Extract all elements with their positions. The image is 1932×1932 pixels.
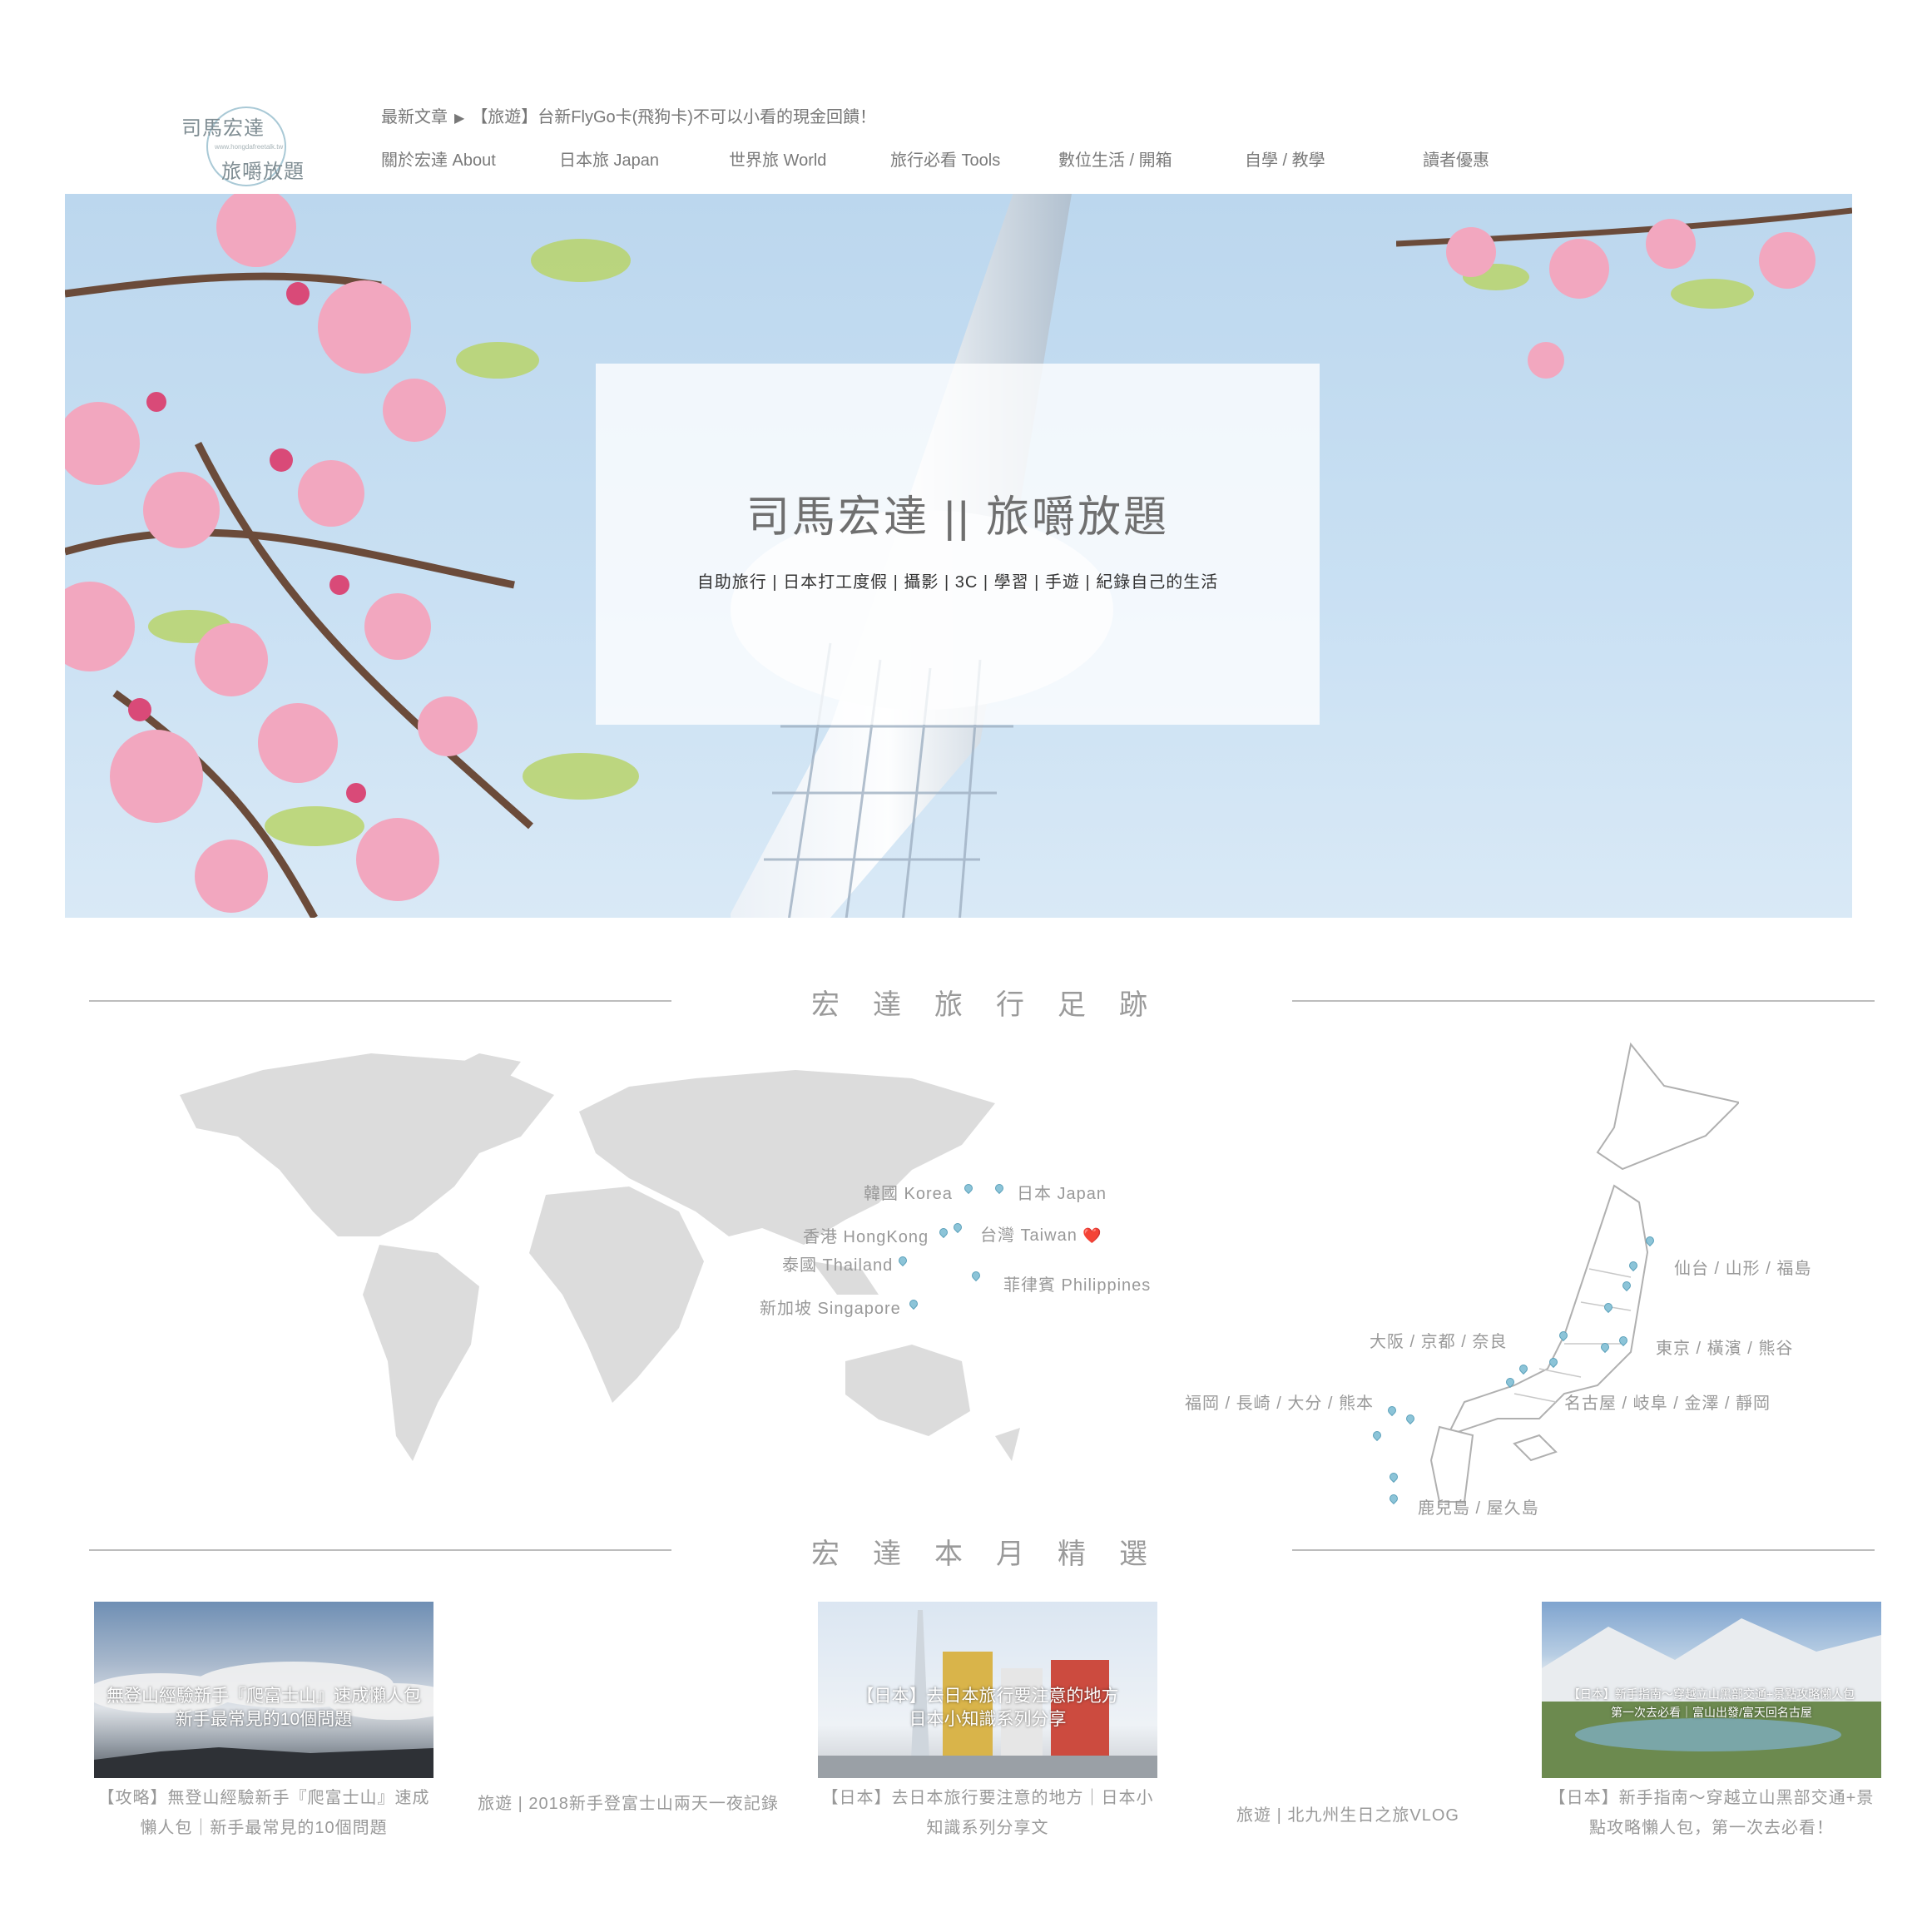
map-label-kansai: 大阪 / 京都 / 奈良 bbox=[1370, 1333, 1508, 1351]
nav-item-reader-offers[interactable]: 讀者優惠 bbox=[1423, 146, 1489, 171]
hero-subtitle: 自助旅行 | 日本打工度假 | 攝影 | 3C | 學習 | 手遊 | 紀錄自己… bbox=[696, 573, 1219, 592]
featured-post-title[interactable]: 旅遊 | 北九州生日之旅VLOG bbox=[1215, 1801, 1481, 1830]
divider-line bbox=[1292, 1549, 1875, 1551]
section-heading: 宏達本月精選 bbox=[811, 1538, 1181, 1570]
section-heading: 宏達旅行足跡 bbox=[811, 989, 1181, 1021]
nav-item-learning[interactable]: 自學 / 教學 bbox=[1245, 146, 1325, 171]
map-label-kanto: 東京 / 橫濱 / 熊谷 bbox=[1656, 1340, 1794, 1358]
nav-item-tools[interactable]: 旅行必看 Tools bbox=[890, 146, 1000, 171]
featured-post-card[interactable]: 【日本】去日本旅行要注意的地方 日本小知識系列分享 【日本】去日本旅行要注意的地… bbox=[818, 1602, 1157, 1843]
featured-post-title[interactable]: 旅遊 | 2018新手登富士山兩天一夜記錄 MT.FUJI, Japan bbox=[462, 1789, 795, 1827]
map-label-singapore: 新加坡 Singapore bbox=[760, 1300, 901, 1318]
map-label-korea: 韓國 Korea bbox=[864, 1185, 953, 1203]
picks-section-title: 宏達本月精選 bbox=[0, 1531, 1932, 1570]
play-arrow-icon: ▶ bbox=[454, 111, 465, 126]
main-nav: 關於宏達 About 日本旅 Japan 世界旅 World 旅行必看 Tool… bbox=[0, 146, 1932, 171]
map-label-taiwan: 台灣 Taiwan ❤️ bbox=[980, 1226, 1102, 1245]
divider-line bbox=[1292, 1000, 1875, 1002]
featured-post-card[interactable]: 【日本】新手指南～穿越立山黑部交通+景點攻略懶人包 第一次去必看｜富山出發/富天… bbox=[1542, 1602, 1881, 1843]
map-label-hongkong: 香港 HongKong bbox=[803, 1228, 929, 1246]
heart-icon: ❤️ bbox=[1082, 1227, 1102, 1244]
thumbnail-overlay-text: 【日本】新手指南～穿越立山黑部交通+景點攻略懶人包 第一次去必看｜富山出發/富天… bbox=[1568, 1687, 1855, 1719]
post-title[interactable]: 【攻略】無登山經驗新手『爬富士山』速成 懶人包｜新手最常見的10個問題 bbox=[94, 1783, 433, 1843]
footprint-section-title: 宏達旅行足跡 bbox=[0, 982, 1932, 1021]
post-thumbnail[interactable]: 【日本】新手指南～穿越立山黑部交通+景點攻略懶人包 第一次去必看｜富山出發/富天… bbox=[1542, 1602, 1881, 1778]
divider-line bbox=[89, 1000, 671, 1002]
map-label-philippines: 菲律賓 Philippines bbox=[1003, 1276, 1152, 1295]
latest-article-ticker: 最新文章 ▶ 【旅遊】台新FlyGo卡(飛狗卡)不可以小看的現金回饋！ bbox=[381, 103, 876, 127]
world-map-image bbox=[180, 1053, 1020, 1461]
thumbnail-overlay-text: 【日本】去日本旅行要注意的地方 日本小知識系列分享 bbox=[856, 1687, 1119, 1729]
ticker-label: 最新文章 bbox=[381, 108, 448, 126]
map-label-chubu: 名古屋 / 岐阜 / 金澤 / 靜岡 bbox=[1564, 1395, 1771, 1413]
map-label-kagoshima: 鹿兒島 / 屋久島 bbox=[1418, 1499, 1539, 1518]
nav-item-japan[interactable]: 日本旅 Japan bbox=[559, 146, 659, 171]
divider-line bbox=[89, 1549, 671, 1551]
post-thumbnail[interactable]: 無登山經驗新手『爬富士山』速成懶人包 新手最常見的10個問題 bbox=[94, 1602, 433, 1778]
nav-item-digital[interactable]: 數位生活 / 開箱 bbox=[1058, 146, 1172, 171]
map-label-kyushu: 福岡 / 長崎 / 大分 / 熊本 bbox=[1185, 1395, 1375, 1413]
nav-item-world[interactable]: 世界旅 World bbox=[729, 146, 826, 171]
hero-title-box: 司馬宏達 || 旅嚼放題 自助旅行 | 日本打工度假 | 攝影 | 3C | 學… bbox=[596, 364, 1320, 725]
map-label-tohoku: 仙台 / 山形 / 福島 bbox=[1674, 1260, 1812, 1278]
ticker-article-link[interactable]: 【旅遊】台新FlyGo卡(飛狗卡)不可以小看的現金回饋！ bbox=[471, 108, 876, 126]
post-title[interactable]: 【日本】新手指南～穿越立山黑部交通+景 點攻略懶人包，第一次去必看！ bbox=[1542, 1783, 1881, 1843]
featured-post-card[interactable]: 無登山經驗新手『爬富士山』速成懶人包 新手最常見的10個問題 【攻略】無登山經驗… bbox=[94, 1602, 433, 1843]
map-label-japan: 日本 Japan bbox=[1017, 1185, 1107, 1203]
map-label-thailand: 泰國 Thailand bbox=[782, 1256, 894, 1275]
nav-item-about[interactable]: 關於宏達 About bbox=[381, 146, 496, 171]
post-title[interactable]: 【日本】去日本旅行要注意的地方｜日本小 知識系列分享文 bbox=[818, 1783, 1157, 1843]
post-thumbnail[interactable]: 【日本】去日本旅行要注意的地方 日本小知識系列分享 bbox=[818, 1602, 1157, 1778]
thumbnail-overlay-text: 無登山經驗新手『爬富士山』速成懶人包 新手最常見的10個問題 bbox=[107, 1687, 421, 1729]
hero-title: 司馬宏達 || 旅嚼放題 bbox=[746, 493, 1169, 542]
logo-text-top: 司馬宏達 bbox=[181, 117, 265, 140]
hero-banner: 司馬宏達 || 旅嚼放題 自助旅行 | 日本打工度假 | 攝影 | 3C | 學… bbox=[65, 194, 1852, 918]
cherry-blossom-corner bbox=[1396, 207, 1852, 379]
